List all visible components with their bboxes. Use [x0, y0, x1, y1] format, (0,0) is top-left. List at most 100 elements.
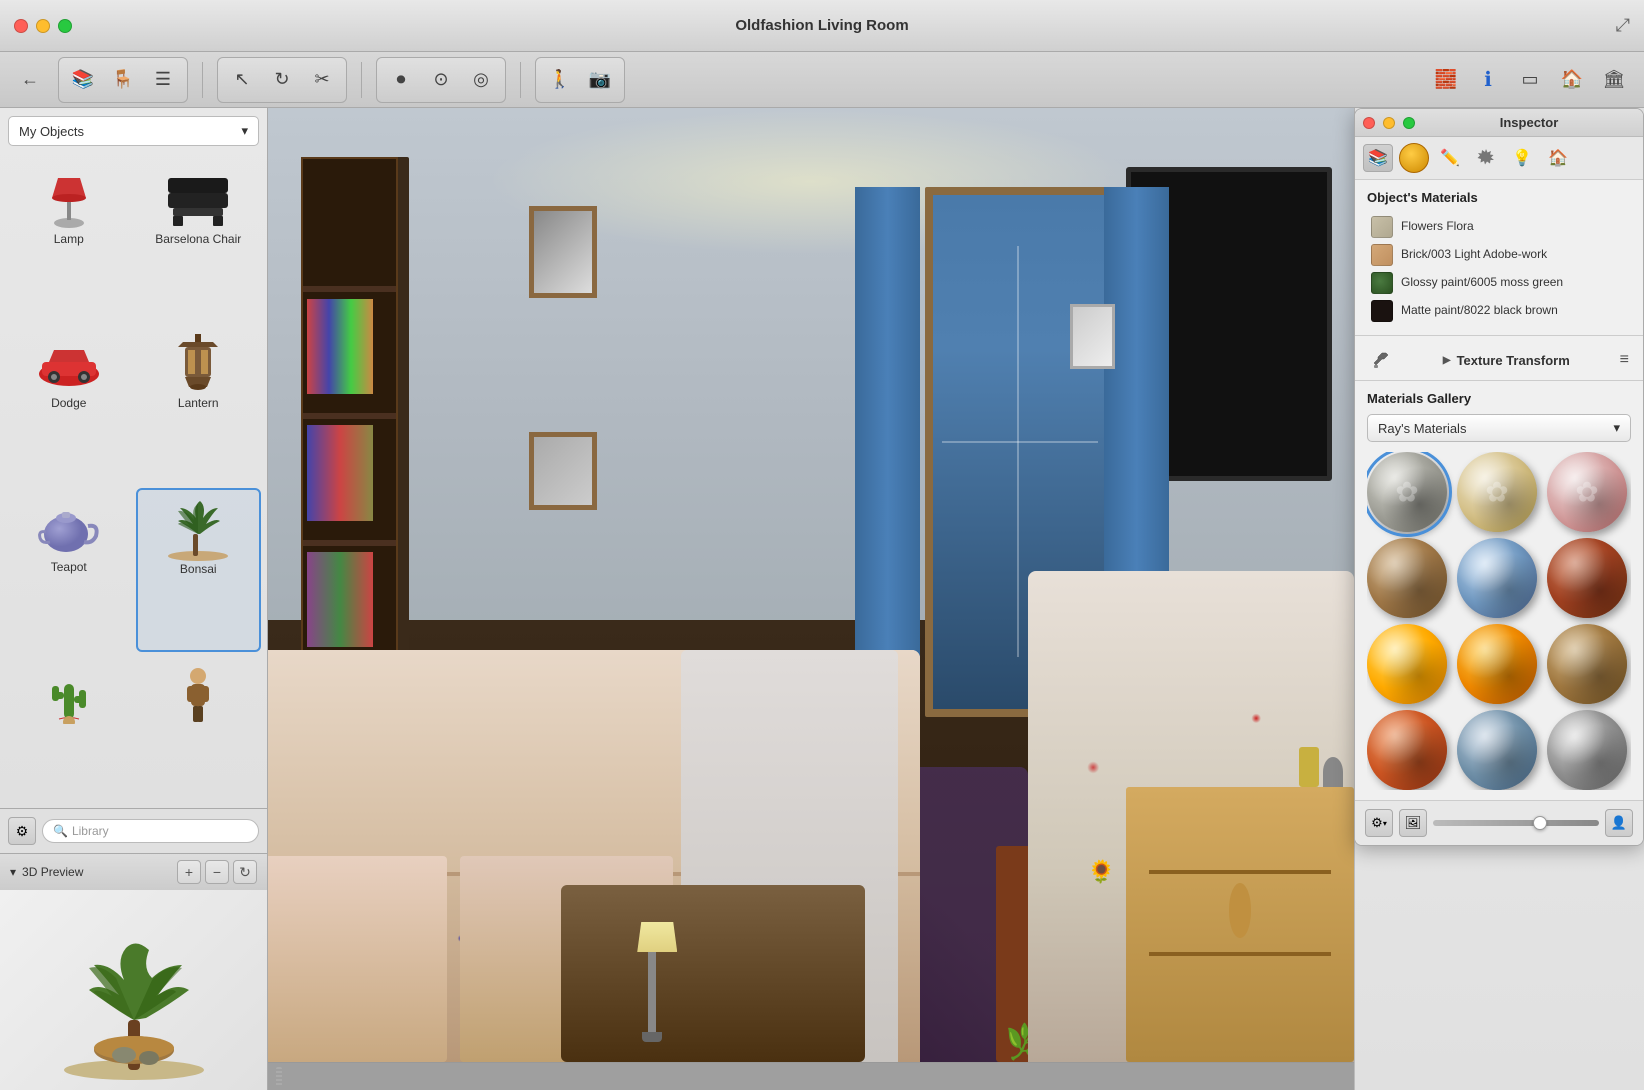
- gallery-ball-8[interactable]: [1457, 624, 1537, 704]
- material-swatch-2: [1371, 272, 1393, 294]
- viewport: 🌿 🌻: [268, 108, 1354, 1090]
- inspector-tab-house[interactable]: 🏠: [1543, 144, 1573, 172]
- camera-round-tool[interactable]: ◎: [463, 62, 499, 98]
- eyedropper-button[interactable]: [1369, 348, 1393, 372]
- refresh-tool[interactable]: ↻: [264, 62, 300, 98]
- object-item-cactus[interactable]: [6, 656, 132, 802]
- gallery-ball-5[interactable]: [1457, 538, 1537, 618]
- inspector-tab-light[interactable]: 💡: [1507, 144, 1537, 172]
- gallery-ball-1[interactable]: [1367, 452, 1447, 532]
- objects-dropdown[interactable]: My Objects ▾: [8, 116, 259, 146]
- back-button[interactable]: ←: [12, 62, 48, 98]
- preview-header[interactable]: ▾ 3D Preview + − ↻: [0, 854, 267, 890]
- inspector-tab-edit[interactable]: ✏️: [1435, 144, 1465, 172]
- gallery-section-title: Materials Gallery: [1367, 391, 1631, 406]
- window-controls: [14, 19, 72, 33]
- gallery-ball-12[interactable]: [1547, 710, 1627, 790]
- preview-collapse-icon: ▾: [10, 865, 16, 879]
- inspector-person-button[interactable]: 👤: [1605, 809, 1633, 837]
- gallery-ball-2[interactable]: [1457, 452, 1537, 532]
- house-btn[interactable]: 🏠: [1554, 62, 1590, 98]
- search-icon: 🔍: [53, 824, 68, 838]
- zoom-out-button[interactable]: −: [205, 860, 229, 884]
- refresh-preview-button[interactable]: ↻: [233, 860, 257, 884]
- gallery-ball-9[interactable]: [1547, 624, 1627, 704]
- expand-icon[interactable]: ⤢: [1616, 15, 1630, 36]
- inspector-tabs: 📚 ✏️ 💡 🏠: [1355, 137, 1643, 180]
- record-dot-tool[interactable]: ⏺: [383, 62, 419, 98]
- cursor-tool[interactable]: ↖: [224, 62, 260, 98]
- object-item-barselona[interactable]: Barselona Chair: [136, 160, 262, 320]
- objects-tool2[interactable]: 🪑: [105, 62, 141, 98]
- left-panel: My Objects ▾ Lamp: [0, 108, 268, 1090]
- lamp-shade: [637, 922, 677, 952]
- walk-tool[interactable]: 🚶: [542, 62, 578, 98]
- toolbar-separator-3: [520, 62, 521, 98]
- gallery-ball-3[interactable]: [1547, 452, 1627, 532]
- gallery-dropdown[interactable]: Ray's Materials ▾: [1367, 414, 1631, 442]
- minimize-button[interactable]: [36, 19, 50, 33]
- objects-grid: Lamp Barselona Chair: [0, 154, 267, 808]
- dropdown-arrow-icon: ▾: [241, 123, 248, 139]
- materials-section-title: Object's Materials: [1367, 190, 1631, 205]
- window-toggle-btn[interactable]: ▭: [1512, 62, 1548, 98]
- inspector-tab-materials[interactable]: [1399, 143, 1429, 173]
- inspector-tab-settings[interactable]: [1471, 144, 1501, 172]
- gallery-dropdown-arrow-icon: ▾: [1613, 420, 1620, 436]
- texture-transform-header[interactable]: ▶ Texture Transform: [1443, 353, 1570, 368]
- inspector-close-button[interactable]: [1363, 117, 1375, 129]
- inspector-image-button[interactable]: 🖼: [1399, 809, 1427, 837]
- inspector-panel: Inspector 📚 ✏️ 💡 🏠 Object's Materials: [1354, 108, 1644, 1090]
- object-thumb-cactus: [29, 664, 109, 724]
- object-item-teapot[interactable]: Teapot: [6, 488, 132, 652]
- texture-section: ▶ Texture Transform ≡: [1355, 336, 1643, 381]
- object-item-lamp[interactable]: Lamp: [6, 160, 132, 320]
- close-button[interactable]: [14, 19, 28, 33]
- search-box[interactable]: 🔍 Library: [42, 819, 259, 843]
- inspector-tab-objects[interactable]: 📚: [1363, 144, 1393, 172]
- gallery-ball-6[interactable]: [1547, 538, 1627, 618]
- gallery-ball-10[interactable]: [1367, 710, 1447, 790]
- texture-menu-button[interactable]: ≡: [1620, 351, 1629, 369]
- lamp-foot: [642, 1032, 662, 1042]
- preview-header-left: ▾ 3D Preview: [10, 865, 83, 879]
- building-btn[interactable]: 🏛: [1596, 62, 1632, 98]
- inspector-gear-icon: ⚙: [1371, 815, 1383, 831]
- scissors-tool[interactable]: ✂: [304, 62, 340, 98]
- record-circle-tool[interactable]: ⊙: [423, 62, 459, 98]
- view-tools-group: 📚 🪑 ☰: [58, 57, 188, 103]
- slider-thumb[interactable]: [1533, 816, 1547, 830]
- viewport-bottom-bar: [268, 1062, 1354, 1090]
- camera-tool[interactable]: 📷: [582, 62, 618, 98]
- gear-settings-button[interactable]: ⚙: [8, 817, 36, 845]
- material-item-0[interactable]: Flowers Flora: [1367, 213, 1631, 241]
- material-item-3[interactable]: Matte paint/8022 black brown: [1367, 297, 1631, 325]
- nav-tools-group: 🚶 📷: [535, 57, 625, 103]
- gallery-ball-11[interactable]: [1457, 710, 1537, 790]
- maximize-button[interactable]: [58, 19, 72, 33]
- materials-icon-btn[interactable]: 🧱: [1428, 62, 1464, 98]
- objects-tool[interactable]: 📚: [65, 62, 101, 98]
- gallery-ball-7[interactable]: [1367, 624, 1447, 704]
- object-thumb-teapot: [29, 496, 109, 556]
- zoom-in-button[interactable]: +: [177, 860, 201, 884]
- title-bar: Oldfashion Living Room ⤢: [0, 0, 1644, 52]
- list-tool[interactable]: ☰: [145, 62, 181, 98]
- slider-track[interactable]: [1433, 820, 1599, 826]
- object-item-bonsai[interactable]: Bonsai: [136, 488, 262, 652]
- gallery-grid: [1367, 452, 1631, 790]
- inspector-image-icon: 🖼: [1405, 815, 1422, 831]
- drag-handle[interactable]: [276, 1067, 282, 1087]
- inspector-minimize-button[interactable]: [1383, 117, 1395, 129]
- inspector-maximize-button[interactable]: [1403, 117, 1415, 129]
- object-item-lantern[interactable]: Lantern: [136, 324, 262, 484]
- material-item-1[interactable]: Brick/003 Light Adobe-work: [1367, 241, 1631, 269]
- object-item-dodge[interactable]: Dodge: [6, 324, 132, 484]
- inspector-bottom-bar: ⚙ ▾ 🖼 👤: [1355, 800, 1643, 845]
- object-item-figure[interactable]: [136, 656, 262, 802]
- inspector-gear-button[interactable]: ⚙ ▾: [1365, 809, 1393, 837]
- info-btn[interactable]: ℹ: [1470, 62, 1506, 98]
- material-item-2[interactable]: Glossy paint/6005 moss green: [1367, 269, 1631, 297]
- gallery-ball-4[interactable]: [1367, 538, 1447, 618]
- object-label-dodge: Dodge: [51, 396, 86, 410]
